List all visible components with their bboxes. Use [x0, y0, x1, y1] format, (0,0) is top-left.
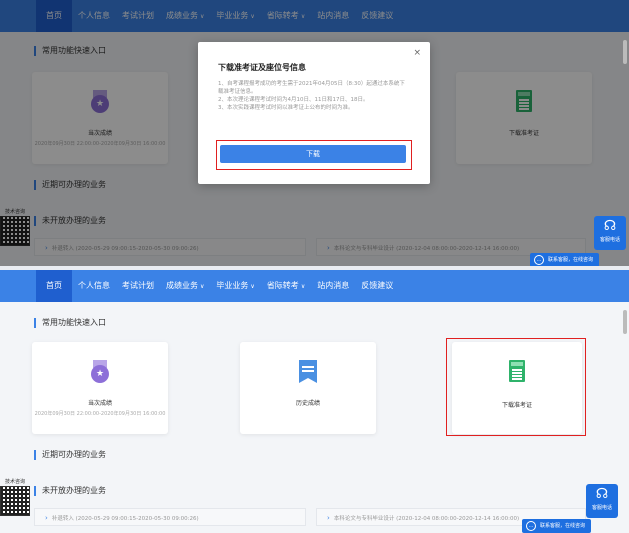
nav-item-home[interactable]: 首页 — [36, 270, 72, 302]
section-title-available: 近期可办理的业务 — [34, 450, 106, 460]
arrow-right-icon: › — [327, 514, 330, 522]
headset-icon: ☊ — [603, 218, 617, 234]
arrow-right-icon: › — [45, 514, 48, 522]
card-current-score[interactable]: ★ 当次成绩 2020年09月30日 22:00:00-2020年09月30日 … — [32, 342, 168, 434]
headset-icon: ☊ — [595, 486, 609, 502]
modal-body: 1、自考课程报考成功的考生需于2021年04月05日（8:30）起通过本系统下载… — [218, 80, 408, 112]
modal-title: 下载准考证及座位号信息 — [218, 63, 306, 72]
card-label: 当次成绩 — [87, 400, 112, 407]
chevron-down-icon: ∨ — [250, 283, 255, 290]
nav-item-personal-info[interactable]: 个人信息 — [72, 270, 116, 302]
chevron-down-icon: ∨ — [200, 283, 205, 290]
qr-code-icon — [0, 486, 30, 516]
business-item-transfer[interactable]: › 补退转入 (2020-05-29 09:00:15-2020-05-30 09… — [34, 508, 306, 526]
chat-icon: … — [526, 520, 536, 531]
card-period: 2020年09月30日 22:00:00-2020年09月30日 16:00:0… — [34, 411, 166, 417]
highlight-box — [446, 338, 586, 436]
nav-item-messages[interactable]: 站内消息 — [311, 270, 355, 302]
customer-hotline[interactable]: ☊ 客服电话 — [594, 216, 626, 250]
ribbon-flag-icon — [299, 360, 317, 383]
medal-icon: ★ — [91, 360, 110, 383]
section-title-not-open: 未开放办理的业务 — [34, 486, 106, 496]
modal-line: 3、本次实践课程考试时间以准考证上公布的时间为准。 — [218, 105, 354, 111]
contact-service-button[interactable]: … 联系客服，在线咨询 — [522, 519, 592, 533]
tech-consult-label: 技术咨询 — [4, 479, 25, 485]
contact-service-button[interactable]: … 联系客服，在线咨询 — [530, 253, 600, 266]
download-ticket-modal: 下载准考证及座位号信息 × 1、自考课程报考成功的考生需于2021年04月05日… — [198, 42, 430, 184]
section-title-common: 常用功能快速入口 — [34, 318, 106, 328]
nav-item-graduation-business[interactable]: 毕业业务 ∨ — [210, 270, 260, 302]
tech-consult: 技术咨询 — [0, 478, 30, 516]
card-history-score[interactable]: 历史成绩 — [240, 342, 376, 434]
nav-item-exam-plan[interactable]: 考试计划 — [116, 270, 160, 302]
modal-line: 2、本次理论课程考试时间为4月10日、11日和17日、18日。 — [218, 97, 369, 103]
close-icon[interactable]: × — [413, 48, 421, 58]
customer-hotline[interactable]: ☊ 客服电话 — [586, 484, 618, 518]
card-label: 历史成绩 — [295, 400, 320, 407]
nav-item-score-business[interactable]: 成绩业务 ∨ — [160, 270, 210, 302]
screenshot-panel-homepage: 首页 个人信息 考试计划 成绩业务 ∨ 毕业业务 ∨ 省际转考 ∨ 站内消息 反馈建议… — [0, 270, 629, 533]
nav-item-inter-province-transfer[interactable]: 省际转考 ∨ — [261, 270, 311, 302]
nav-menu: 首页 个人信息 考试计划 成绩业务 ∨ 毕业业务 ∨ 省际转考 ∨ 站内消息 反馈建议 — [36, 270, 399, 302]
screenshot-panel-with-modal: 首页 个人信息 考试计划 成绩业务 ∨ 毕业业务 ∨ 省际转考 ∨ 站内消息 反馈建议… — [0, 0, 629, 266]
chevron-down-icon: ∨ — [300, 283, 306, 290]
nav-item-feedback[interactable]: 反馈建议 — [355, 270, 399, 302]
scrollbar-thumb[interactable] — [623, 40, 627, 64]
highlight-box — [216, 140, 412, 170]
navbar: 首页 个人信息 考试计划 成绩业务 ∨ 毕业业务 ∨ 省际转考 ∨ 站内消息 反馈建议 — [0, 270, 629, 302]
scrollbar-thumb[interactable] — [623, 310, 627, 334]
modal-line: 1、自考课程报考成功的考生需于2021年04月05日（8:30）起通过本系统下载… — [218, 81, 405, 95]
chat-icon: … — [534, 254, 544, 265]
